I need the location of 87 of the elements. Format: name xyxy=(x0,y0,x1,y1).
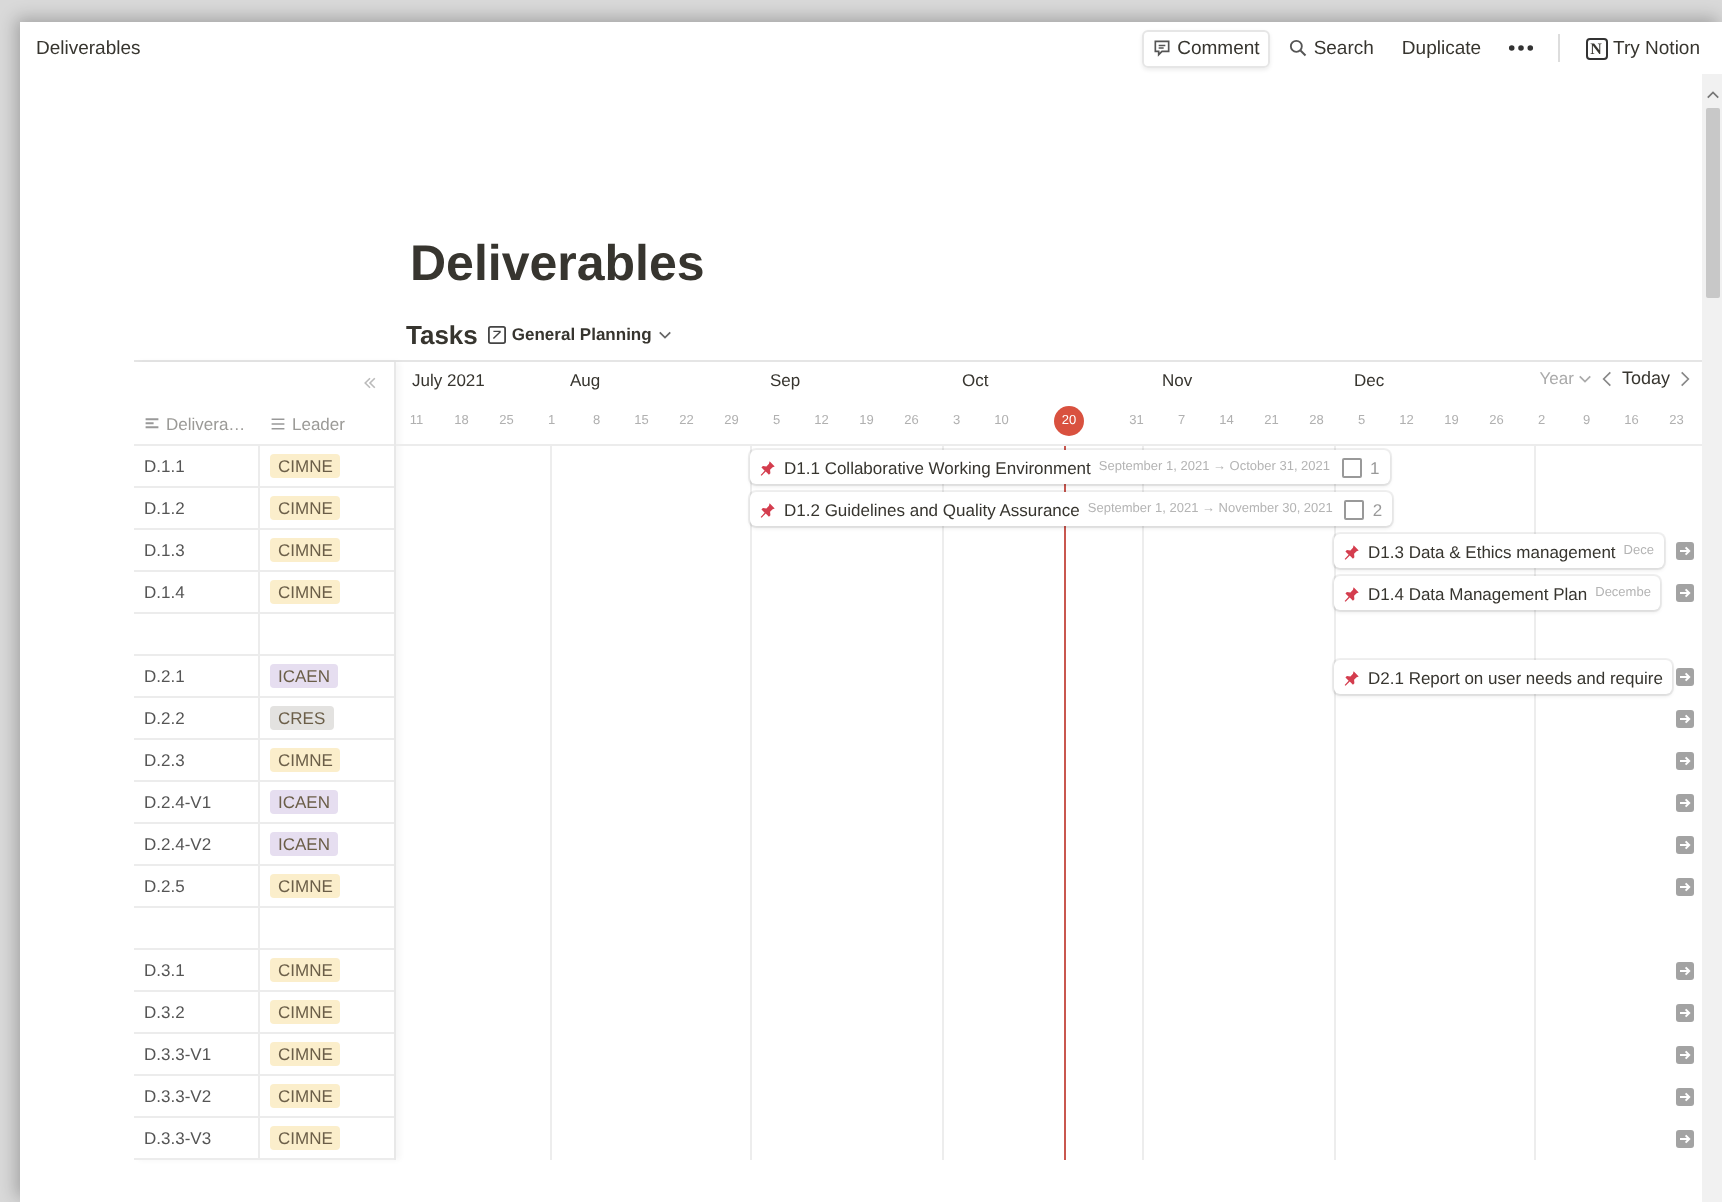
view-selector[interactable]: General Planning xyxy=(487,324,672,344)
task-title: D2.1 Report on user needs and require xyxy=(1368,667,1663,687)
pin-icon xyxy=(760,501,776,517)
leader-tag: CIMNE xyxy=(270,538,341,562)
collapse-icon[interactable] xyxy=(362,376,378,390)
deliverable-id: D.3.3-V2 xyxy=(144,1086,212,1106)
deliverable-id: D.2.5 xyxy=(144,876,185,896)
leader-tag: CIMNE xyxy=(270,958,341,982)
arrow-right-icon[interactable] xyxy=(1676,584,1694,602)
database-title: Tasks xyxy=(406,319,478,349)
arrow-right-icon[interactable] xyxy=(1676,1046,1694,1064)
list-property-icon xyxy=(270,416,286,432)
search-icon xyxy=(1287,38,1308,58)
month-label: Sep xyxy=(770,370,801,390)
arrow-right-icon[interactable] xyxy=(1676,1088,1694,1106)
more-icon[interactable] xyxy=(1507,44,1534,52)
task-title: D1.2 Guidelines and Quality Assurance xyxy=(784,499,1080,519)
task-title: D1.4 Data Management Plan xyxy=(1368,583,1588,603)
leader-tag: CIMNE xyxy=(270,496,341,520)
timeline-view-icon xyxy=(487,325,506,343)
today-button[interactable]: Today xyxy=(1621,368,1670,388)
try-notion-button[interactable]: N Try Notion xyxy=(1575,29,1710,67)
month-label: July 2021 xyxy=(412,370,485,390)
arrow-right-icon[interactable] xyxy=(1676,1130,1694,1148)
deliverable-id: D.2.4-V1 xyxy=(144,792,212,812)
deliverable-id: D.1.2 xyxy=(144,498,185,518)
deliverable-id: D.2.2 xyxy=(144,708,185,728)
leader-tag: CIMNE xyxy=(270,1042,341,1066)
arrow-right-icon[interactable] xyxy=(1676,668,1694,686)
deliverable-id: D.1.3 xyxy=(144,540,185,560)
checkbox[interactable] xyxy=(1342,457,1363,477)
task-bar[interactable]: D2.1 Report on user needs and require xyxy=(1334,660,1673,694)
deliverable-id: D.2.4-V2 xyxy=(144,834,212,854)
pin-icon xyxy=(1344,543,1360,559)
task-title: D1.1 Collaborative Working Environment xyxy=(784,457,1091,477)
leader-tag: CIMNE xyxy=(270,1000,341,1024)
deliverable-id: D.2.3 xyxy=(144,750,185,770)
month-label: Nov xyxy=(1162,370,1193,390)
arrow-right-icon[interactable] xyxy=(1676,710,1694,728)
pin-icon xyxy=(1344,585,1360,601)
leader-tag: CIMNE xyxy=(270,454,341,478)
leader-tag: CRES xyxy=(270,706,334,730)
task-number: 1 xyxy=(1370,457,1380,477)
month-label: Aug xyxy=(570,370,601,390)
task-number: 2 xyxy=(1372,499,1383,519)
leader-tag: ICAEN xyxy=(270,832,338,856)
deliverable-id: D.3.2 xyxy=(144,1002,185,1022)
month-label: Oct xyxy=(962,370,989,390)
leader-tag: CIMNE xyxy=(270,580,341,604)
arrow-right-icon[interactable] xyxy=(1676,836,1694,854)
leader-tag: CIMNE xyxy=(270,1126,341,1150)
month-label: Dec xyxy=(1354,370,1385,390)
chevron-down-icon xyxy=(657,329,672,339)
arrow-right-icon[interactable] xyxy=(1676,962,1694,980)
arrow-right-icon[interactable] xyxy=(1676,1004,1694,1022)
text-property-icon xyxy=(144,416,160,432)
deliverable-id: D.3.3-V1 xyxy=(144,1044,212,1064)
next-icon[interactable] xyxy=(1680,369,1690,387)
search-button[interactable]: Search xyxy=(1277,29,1384,67)
arrow-right-icon[interactable] xyxy=(1676,878,1694,896)
task-title: D1.3 Data & Ethics management xyxy=(1368,541,1616,561)
breadcrumb[interactable]: Deliverables xyxy=(36,37,141,59)
scroll-up-icon[interactable] xyxy=(1705,90,1719,100)
scrollbar[interactable] xyxy=(1702,74,1722,1202)
leader-tag: CIMNE xyxy=(270,748,341,772)
arrow-right-icon[interactable] xyxy=(1676,542,1694,560)
leader-tag: CIMNE xyxy=(270,874,341,898)
arrow-right-icon[interactable] xyxy=(1676,752,1694,770)
deliverable-id: D.3.3-V3 xyxy=(144,1128,212,1148)
deliverable-id: D.1.4 xyxy=(144,582,185,602)
comment-button[interactable]: Comment xyxy=(1141,29,1270,67)
arrow-right-icon[interactable] xyxy=(1676,794,1694,812)
pin-icon xyxy=(760,459,776,475)
deliverable-id: D.3.1 xyxy=(144,960,185,980)
previous-icon[interactable] xyxy=(1601,369,1612,387)
comment-icon xyxy=(1151,38,1172,58)
leader-tag: ICAEN xyxy=(270,664,338,688)
duplicate-button[interactable]: Duplicate xyxy=(1391,29,1492,67)
leader-tag: ICAEN xyxy=(270,790,338,814)
deliverable-id: D.1.1 xyxy=(144,456,185,476)
pin-icon xyxy=(1344,669,1360,685)
leader-tag: CIMNE xyxy=(270,1084,341,1108)
deliverable-id: D.2.1 xyxy=(144,666,185,686)
page-title: Deliverables xyxy=(410,234,707,294)
checkbox[interactable] xyxy=(1344,499,1365,519)
chevron-down-icon xyxy=(1577,373,1592,383)
logo-icon: N xyxy=(1585,37,1608,59)
